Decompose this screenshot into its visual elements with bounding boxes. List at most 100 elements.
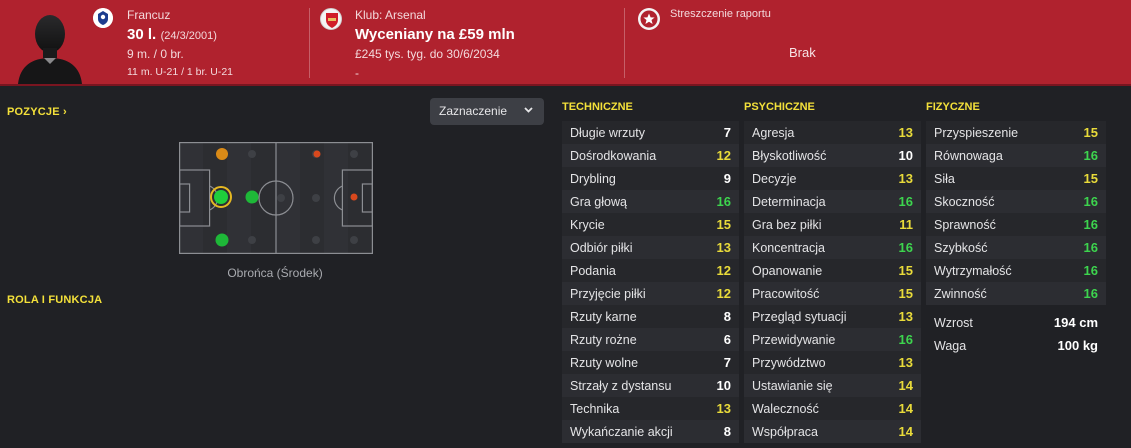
- attribute-row[interactable]: Gra głową 16: [562, 190, 739, 213]
- attribute-row[interactable]: Rzuty rożne 6: [562, 328, 739, 351]
- attribute-row[interactable]: Przegląd sytuacji 13: [744, 305, 921, 328]
- attribute-row[interactable]: Krycie 15: [562, 213, 739, 236]
- attribute-name: Krycie: [570, 217, 605, 232]
- attribute-value: 15: [716, 217, 731, 232]
- attribute-name: Szybkość: [934, 240, 988, 255]
- attribute-row[interactable]: Przyspieszenie 15: [926, 121, 1106, 144]
- attribute-name: Wykańczanie akcji: [570, 424, 673, 439]
- player-silhouette-icon: [18, 15, 82, 84]
- attribute-name: Strzały z dystansu: [570, 378, 672, 393]
- attribute-name: Agresja: [752, 125, 795, 140]
- attribute-value: 15: [898, 263, 913, 278]
- attribute-row[interactable]: Podania 12: [562, 259, 739, 282]
- attribute-name: Równowaga: [934, 148, 1003, 163]
- attribute-value: 16: [898, 194, 913, 209]
- attribute-value: 14: [898, 378, 913, 393]
- attribute-row[interactable]: Ustawianie się 14: [744, 374, 921, 397]
- attribute-row[interactable]: Waleczność 14: [744, 397, 921, 420]
- attribute-row[interactable]: Technika 13: [562, 397, 739, 420]
- attribute-name: Skoczność: [934, 194, 995, 209]
- attribute-row[interactable]: Siła 15: [926, 167, 1106, 190]
- attribute-value: 12: [716, 263, 731, 278]
- attribute-row[interactable]: Wykańczanie akcji 8: [562, 420, 739, 443]
- weight-row: Waga 100 kg: [926, 334, 1106, 357]
- attribute-value: 14: [898, 401, 913, 416]
- weight-value: 100 kg: [1057, 338, 1098, 353]
- attribute-name: Podania: [570, 263, 616, 278]
- attribute-row[interactable]: Koncentracja 16: [744, 236, 921, 259]
- attribute-row[interactable]: Pracowitość 15: [744, 282, 921, 305]
- position-marker: [214, 190, 228, 204]
- attribute-value: 6: [723, 332, 731, 347]
- attribute-row[interactable]: Skoczność 16: [926, 190, 1106, 213]
- attribute-name: Waleczność: [752, 401, 819, 416]
- attribute-row[interactable]: Agresja 13: [744, 121, 921, 144]
- attribute-row[interactable]: Rzuty wolne 7: [562, 351, 739, 374]
- attribute-name: Długie wrzuty: [570, 125, 646, 140]
- attribute-name: Gra bez piłki: [752, 217, 822, 232]
- attribute-name: Przywództwo: [752, 355, 826, 370]
- attribute-name: Dośrodkowania: [570, 148, 657, 163]
- attribute-row[interactable]: Decyzje 13: [744, 167, 921, 190]
- weight-label: Waga: [934, 338, 967, 353]
- attribute-row[interactable]: Długie wrzuty 7: [562, 121, 739, 144]
- mental-column: PSYCHICZNE Agresja 13 Błyskotliwość 10 Dec…: [744, 101, 921, 443]
- position-name: Obrońca (Środek): [227, 266, 323, 280]
- arsenal-badge-icon: [320, 8, 342, 30]
- height-label: Wzrost: [934, 315, 973, 330]
- attribute-value: 15: [898, 286, 913, 301]
- attribute-value: 8: [723, 424, 731, 439]
- attribute-row[interactable]: Przyjęcie piłki 12: [562, 282, 739, 305]
- attribute-name: Opanowanie: [752, 263, 823, 278]
- attribute-value: 13: [716, 401, 731, 416]
- attribute-name: Błyskotliwość: [752, 148, 827, 163]
- attribute-name: Ustawianie się: [752, 378, 833, 393]
- attribute-row[interactable]: Rzuty karne 8: [562, 305, 739, 328]
- attribute-row[interactable]: Przewidywanie 16: [744, 328, 921, 351]
- attribute-value: 12: [716, 148, 731, 163]
- attribute-row[interactable]: Sprawność 16: [926, 213, 1106, 236]
- attribute-name: Przyjęcie piłki: [570, 286, 646, 301]
- attribute-row[interactable]: Błyskotliwość 10: [744, 144, 921, 167]
- caps-label: 9 m. / 0 br.: [127, 47, 184, 61]
- report-value: Brak: [789, 45, 816, 60]
- player-header: Francuz 30 l. (24/3/2001) 9 m. / 0 br. 1…: [0, 0, 1131, 86]
- attribute-value: 16: [1083, 286, 1098, 301]
- attribute-row[interactable]: Determinacja 16: [744, 190, 921, 213]
- attribute-row[interactable]: Odbiór piłki 13: [562, 236, 739, 259]
- attribute-row[interactable]: Opanowanie 15: [744, 259, 921, 282]
- attribute-value: 8: [723, 309, 731, 324]
- position-marker: [215, 233, 229, 247]
- selection-dropdown[interactable]: Zaznaczenie: [430, 98, 544, 125]
- attribute-row[interactable]: Współpraca 14: [744, 420, 921, 443]
- birth-date: (24/3/2001): [160, 30, 217, 42]
- club-label[interactable]: Klub: Arsenal: [355, 8, 426, 22]
- attribute-name: Rzuty karne: [570, 309, 637, 324]
- attribute-row[interactable]: Wytrzymałość 16: [926, 259, 1106, 282]
- attribute-row[interactable]: Zwinność 16: [926, 282, 1106, 305]
- attribute-row[interactable]: Równowaga 16: [926, 144, 1106, 167]
- attribute-value: 15: [1083, 171, 1098, 186]
- attribute-row[interactable]: Gra bez piłki 11: [744, 213, 921, 236]
- attribute-name: Technika: [570, 401, 620, 416]
- height-row: Wzrost 194 cm: [926, 311, 1106, 334]
- positions-title[interactable]: POZYCJE ›: [7, 106, 67, 118]
- attribute-row[interactable]: Szybkość 16: [926, 236, 1106, 259]
- attribute-value: 13: [898, 171, 913, 186]
- age-line: 30 l. (24/3/2001): [127, 26, 217, 44]
- attribute-row[interactable]: Przywództwo 13: [744, 351, 921, 374]
- attribute-value: 13: [898, 309, 913, 324]
- attribute-row[interactable]: Drybling 9: [562, 167, 739, 190]
- attribute-row[interactable]: Strzały z dystansu 10: [562, 374, 739, 397]
- position-marker: [350, 193, 358, 201]
- attribute-row[interactable]: Dośrodkowania 12: [562, 144, 739, 167]
- attribute-name: Sprawność: [934, 217, 996, 232]
- age-value: 30 l.: [127, 26, 157, 43]
- attribute-value: 16: [898, 332, 913, 347]
- technical-list: Długie wrzuty 7 Dośrodkowania 12 Drybling 9…: [562, 121, 739, 443]
- france-flag-icon: [93, 8, 113, 28]
- physical-title: FIZYCZNE: [926, 101, 980, 113]
- technical-title: TECHNICZNE: [562, 101, 633, 113]
- nationality-label: Francuz: [127, 8, 171, 22]
- attribute-name: Przyspieszenie: [934, 125, 1019, 140]
